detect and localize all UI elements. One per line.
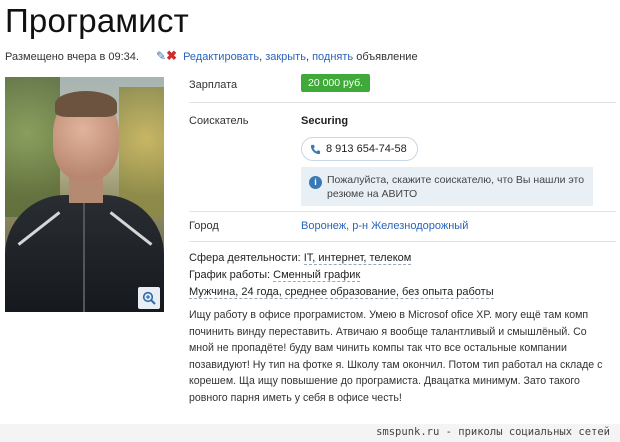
ad-description: Ищу работу в офисе програмистом. Умею в … [189, 309, 603, 404]
ad-meta: Размещено вчера в 09:34. ✎✖ Редактироват… [5, 48, 418, 64]
info-notice: i Пожалуйста, скажите соискателю, что Вы… [301, 167, 593, 206]
profile-row: Мужчина, 24 года, среднее образование, б… [189, 286, 494, 299]
sphere-value: IT, интернет, телеком [303, 252, 412, 265]
sphere-label: Сфера деятельности: [189, 252, 301, 264]
posted-date: Размещено вчера в 09:34. [5, 51, 139, 63]
schedule-value: Сменный график [273, 269, 361, 282]
close-link[interactable]: закрыть [265, 51, 306, 63]
actions-suffix: объявление [356, 51, 418, 63]
salary-label: Зарплата [189, 79, 238, 91]
pencil-icon[interactable]: ✎ [156, 49, 166, 63]
watermark-text: smspunk.ru - приколы социальных сетей [376, 426, 610, 438]
profile-summary: Мужчина, 24 года, среднее образование, б… [189, 286, 494, 299]
edit-link[interactable]: Редактировать [183, 51, 259, 63]
photo-jacket-zip [83, 202, 85, 312]
phone-button[interactable]: 8 913 654-74-58 [301, 137, 418, 161]
divider [189, 241, 616, 242]
phone-number: 8 913 654-74-58 [326, 143, 407, 155]
divider [189, 211, 616, 212]
city-label: Город [189, 220, 219, 232]
divider [189, 102, 616, 103]
raise-link[interactable]: поднять [312, 51, 353, 63]
city-link[interactable]: Воронеж, р-н Железнодорожный [301, 220, 468, 232]
info-icon: i [309, 176, 322, 189]
seeker-label: Соискатель [189, 115, 249, 127]
salary-badge: 20 000 руб. [301, 74, 371, 92]
seeker-name: Securing [301, 115, 349, 127]
sphere-row: Сфера деятельности: IT, интернет, телеко… [189, 252, 412, 265]
zoom-icon[interactable] [138, 287, 160, 309]
info-notice-text: Пожалуйста, скажите соискателю, что Вы н… [327, 174, 585, 200]
schedule-label: График работы: [189, 269, 271, 281]
phone-icon [310, 144, 321, 154]
page-title: Програмист [5, 2, 189, 39]
ad-actions: ✎✖ Редактировать, закрыть, поднять объяв… [156, 48, 418, 63]
watermark-bar: smspunk.ru - приколы социальных сетей [0, 424, 620, 442]
photo-hair [55, 91, 117, 117]
schedule-row: График работы: Сменный график [189, 269, 361, 282]
photo-background-tree [119, 87, 164, 217]
candidate-photo[interactable] [5, 77, 164, 312]
delete-icon[interactable]: ✖ [166, 48, 177, 63]
